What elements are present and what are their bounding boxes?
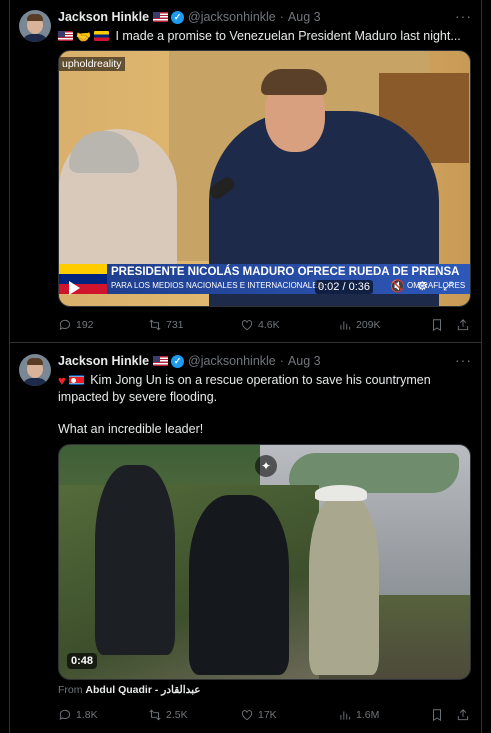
bookmark-button[interactable] <box>430 318 444 332</box>
views-button[interactable]: 1.6M <box>338 708 379 722</box>
video-duration: 0:48 <box>67 653 98 669</box>
like-button[interactable]: 4.6K <box>240 318 280 332</box>
heart-icon <box>241 320 253 331</box>
tweet-text: ♥ Kim Jong Un is on a rescue operation t… <box>58 372 470 437</box>
lower-third-title: PRESIDENTE NICOLÁS MADURO OFRECE RUEDA D… <box>111 266 460 278</box>
play-icon[interactable] <box>69 281 80 295</box>
video-timestamp: 0:02 / 0:36 <box>315 280 373 294</box>
lower-third: PRESIDENTE NICOLÁS MADURO OFRECE RUEDA D… <box>107 264 470 294</box>
heart-icon <box>241 710 253 721</box>
repost-count: 2.5K <box>166 709 188 721</box>
handshake-icon: 🤝 <box>76 30 91 44</box>
media-attribution: From Abdul Quadir - عبدالقادر <box>58 684 201 696</box>
author-name[interactable]: Jackson Hinkle <box>58 10 149 24</box>
author-handle[interactable]: @jacksonhinkle <box>188 354 276 368</box>
tweet-header: Jackson Hinkle ✓ @jacksonhinkle · Aug 3 <box>58 8 321 26</box>
like-count: 4.6K <box>258 319 280 331</box>
officer-cap <box>315 485 367 501</box>
reply-button[interactable]: 192 <box>58 318 94 332</box>
north-korea-flag-icon <box>68 375 84 385</box>
bookmark-icon <box>433 319 441 332</box>
reply-icon <box>59 319 71 330</box>
repost-icon <box>149 709 161 721</box>
reply-button[interactable]: 1.8K <box>58 708 98 722</box>
tweet[interactable]: Jackson Hinkle ✓ @jacksonhinkle · Aug 3 … <box>9 0 482 343</box>
tweet[interactable]: Jackson Hinkle ✓ @jacksonhinkle · Aug 3 … <box>9 344 482 733</box>
tweet-video[interactable]: ✦ 0:48 <box>58 444 471 680</box>
share-icon <box>457 319 469 331</box>
repost-button[interactable]: 2.5K <box>148 708 188 722</box>
reply-count: 192 <box>76 319 94 331</box>
views-chart-icon <box>340 711 351 720</box>
from-author[interactable]: Abdul Quadir - عبدالقادر <box>85 684 200 696</box>
tweet-text-line-3: What an incredible leader! <box>58 422 204 436</box>
tweet-text-body: I made a promise to Venezuelan President… <box>115 29 461 43</box>
share-button[interactable] <box>456 708 470 722</box>
bookmark-button[interactable] <box>430 708 444 722</box>
venezuela-flag-icon <box>93 31 109 41</box>
person-center <box>189 495 289 675</box>
verified-badge-icon[interactable]: ✓ <box>171 10 185 24</box>
speaker-hair <box>261 69 327 95</box>
us-flag-icon <box>153 12 169 22</box>
repost-button[interactable]: 731 <box>148 318 184 332</box>
tweet-date[interactable]: Aug 3 <box>288 10 321 24</box>
tweet-text-line-2: impacted by severe flooding. <box>58 390 218 404</box>
fullscreen-icon[interactable]: ⤢ <box>443 279 453 294</box>
lower-third-right: OMIRAFLORES <box>407 281 466 290</box>
bookmark-icon <box>433 709 441 722</box>
mute-icon[interactable]: 🔇 <box>390 279 405 293</box>
share-icon <box>457 709 469 721</box>
us-flag-icon <box>153 356 169 366</box>
author-name[interactable]: Jackson Hinkle <box>58 354 149 368</box>
like-count: 17K <box>258 709 277 721</box>
venezuela-flag-graphic <box>59 264 107 294</box>
settings-gear-icon[interactable]: ⚙ <box>417 279 428 293</box>
tweet-header: Jackson Hinkle ✓ @jacksonhinkle · Aug 3 <box>58 352 321 370</box>
video-watermark: upholdreality <box>59 57 125 71</box>
avatar[interactable] <box>19 354 51 386</box>
reply-icon <box>59 709 71 720</box>
repost-count: 731 <box>166 319 184 331</box>
views-count: 1.6M <box>356 709 380 721</box>
views-count: 209K <box>356 319 381 331</box>
more-options-icon[interactable]: ··· <box>455 352 472 368</box>
like-button[interactable]: 17K <box>240 708 277 722</box>
repost-icon <box>149 319 161 331</box>
tweet-actions: 1.8K 2.5K 17K 1.6M <box>58 708 471 726</box>
views-chart-icon <box>340 321 351 330</box>
red-heart-icon: ♥ <box>58 373 66 388</box>
from-label: From <box>58 684 83 696</box>
lower-third-subtitle: PARA LOS MEDIOS NACIONALES E INTERNACION… <box>111 281 323 290</box>
us-flag-icon <box>58 31 73 41</box>
tweet-video[interactable]: upholdreality PRESIDENTE NICOLÁS MADURO … <box>58 50 471 307</box>
separator-dot: · <box>279 354 284 368</box>
more-options-icon[interactable]: ··· <box>455 8 472 24</box>
person-left <box>95 465 175 655</box>
verified-badge-icon[interactable]: ✓ <box>171 354 185 368</box>
separator-dot: · <box>279 10 284 24</box>
author-handle[interactable]: @jacksonhinkle <box>188 10 276 24</box>
avatar[interactable] <box>19 10 51 42</box>
tweet-date[interactable]: Aug 3 <box>288 354 321 368</box>
person-right <box>309 495 379 675</box>
tweet-text: 🤝 I made a promise to Venezuelan Preside… <box>58 28 470 45</box>
sparkle-icon[interactable]: ✦ <box>255 455 277 477</box>
share-button[interactable] <box>456 318 470 332</box>
tweet-actions: 192 731 4.6K 209K <box>58 318 471 336</box>
reply-count: 1.8K <box>76 709 98 721</box>
views-button[interactable]: 209K <box>338 318 381 332</box>
tweet-text-line-1: Kim Jong Un is on a rescue operation to … <box>90 373 431 387</box>
